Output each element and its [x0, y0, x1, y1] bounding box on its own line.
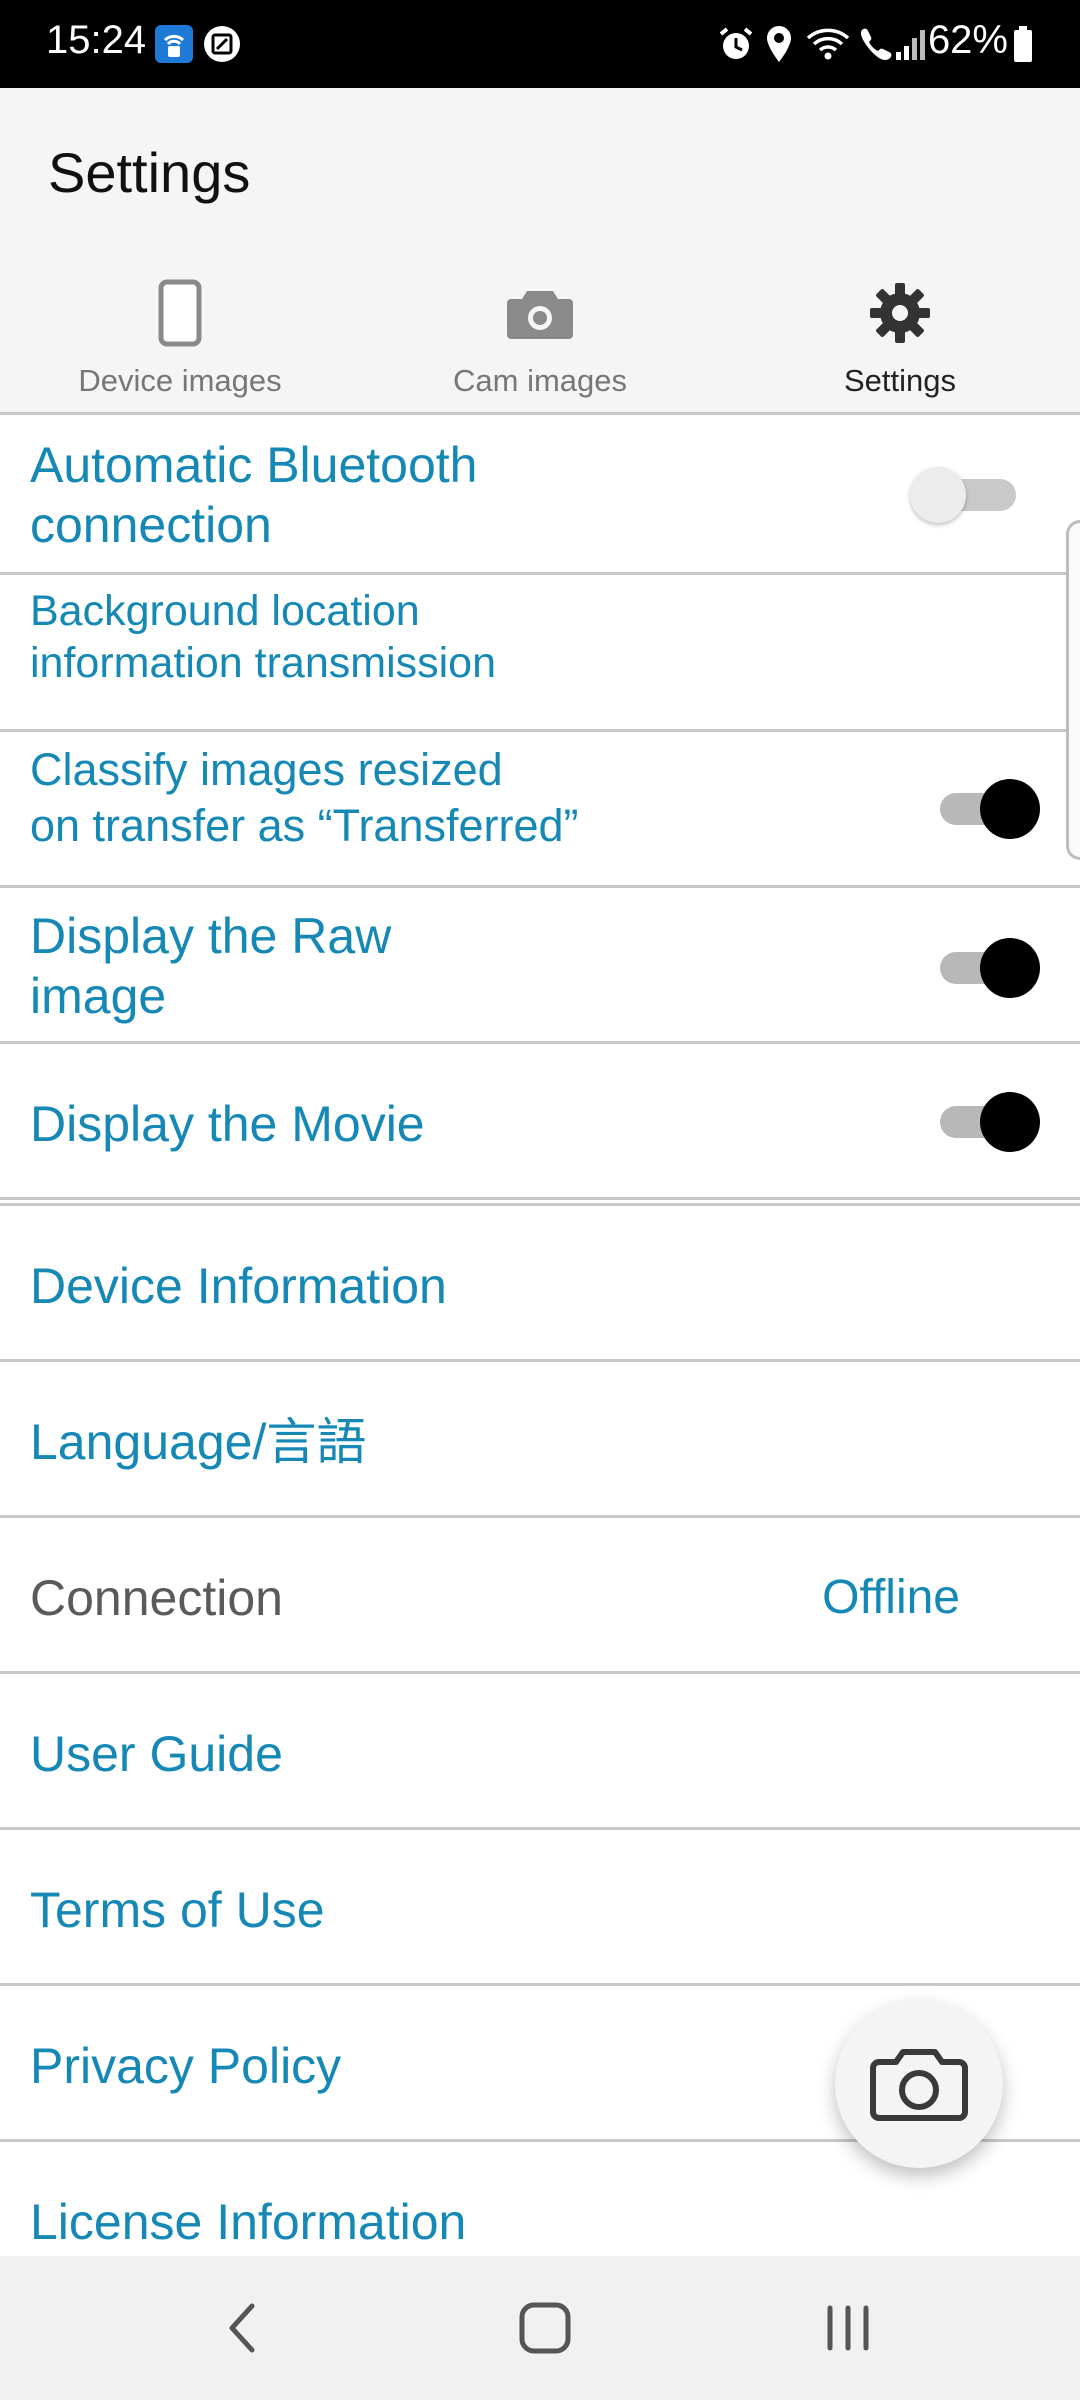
page-title: Settings — [48, 141, 251, 204]
home-button[interactable] — [505, 2296, 585, 2360]
link-device-information[interactable]: Device Information — [0, 1206, 1080, 1362]
back-button[interactable] — [202, 2296, 282, 2360]
setting-auto-bluetooth[interactable]: Automatic Bluetooth connection — [0, 415, 1080, 575]
setting-label: Automatic Bluetooth connection — [30, 437, 478, 553]
recents-button[interactable] — [808, 2296, 888, 2360]
camera-fab-button[interactable] — [835, 2000, 1003, 2168]
setting-display-raw[interactable]: Display the Raw image — [0, 888, 1080, 1044]
status-time: 15:24 — [46, 18, 147, 62]
link-connection[interactable]: Connection Offline — [0, 1518, 1080, 1674]
location-icon — [762, 22, 796, 66]
signal-icon — [894, 22, 928, 66]
gear-icon — [720, 273, 1080, 353]
alarm-icon — [716, 22, 756, 66]
setting-background-location[interactable]: Background location information transmis… — [0, 575, 1080, 732]
setting-label: Display the Raw image — [30, 908, 392, 1024]
link-user-guide[interactable]: User Guide — [0, 1674, 1080, 1830]
connection-status: Offline — [822, 1571, 960, 1624]
link-label: User Guide — [30, 1726, 283, 1782]
link-label: Privacy Policy — [30, 2038, 342, 2094]
bluetooth-toggle[interactable] — [910, 463, 1026, 527]
setting-label: Classify images resized on transfer as “… — [30, 744, 579, 852]
movie-toggle[interactable] — [940, 1090, 1040, 1154]
screen-icon — [202, 22, 242, 66]
link-label: Connection — [30, 1570, 283, 1626]
call-icon — [854, 22, 894, 66]
tab-settings[interactable]: Settings — [720, 273, 1080, 413]
back-icon — [229, 2303, 255, 2353]
battery-icon — [1012, 22, 1034, 66]
home-icon — [519, 2302, 571, 2354]
setting-label: Display the Movie — [30, 1096, 425, 1152]
battery-percent: 62% — [927, 18, 1008, 62]
setting-classify-resized[interactable]: Classify images resized on transfer as “… — [0, 732, 1080, 888]
setting-label: Background location information transmis… — [30, 587, 497, 688]
link-label: Terms of Use — [30, 1882, 325, 1938]
scroll-handle[interactable] — [1066, 520, 1080, 860]
tab-label: Cam images — [453, 363, 627, 398]
app-header: Settings Device images Cam images Settin… — [0, 88, 1080, 415]
raw-toggle[interactable] — [940, 936, 1040, 1000]
classify-toggle[interactable] — [940, 777, 1040, 841]
settings-list: Automatic Bluetooth connection Backgroun… — [0, 415, 1080, 2272]
hotspot-icon — [154, 22, 194, 66]
link-terms-of-use[interactable]: Terms of Use — [0, 1830, 1080, 1986]
setting-display-movie[interactable]: Display the Movie — [0, 1044, 1080, 1206]
wifi-icon — [806, 22, 850, 66]
link-language[interactable]: Language/言語 — [0, 1362, 1080, 1518]
status-bar: 15:24 62% — [0, 0, 1080, 88]
tab-label: Settings — [843, 363, 956, 398]
tab-label: Device images — [78, 363, 282, 398]
navigation-bar — [0, 2256, 1080, 2400]
recents-icon — [827, 2305, 869, 2351]
phone-icon — [0, 273, 360, 353]
link-label: License Information — [30, 2194, 467, 2250]
link-label: Device Information — [30, 1258, 447, 1314]
tab-device-images[interactable]: Device images — [0, 273, 360, 413]
camera-icon — [360, 273, 720, 353]
link-label: Language/言語 — [30, 1414, 367, 1470]
tab-cam-images[interactable]: Cam images — [360, 273, 720, 413]
camera-icon — [870, 2049, 968, 2121]
